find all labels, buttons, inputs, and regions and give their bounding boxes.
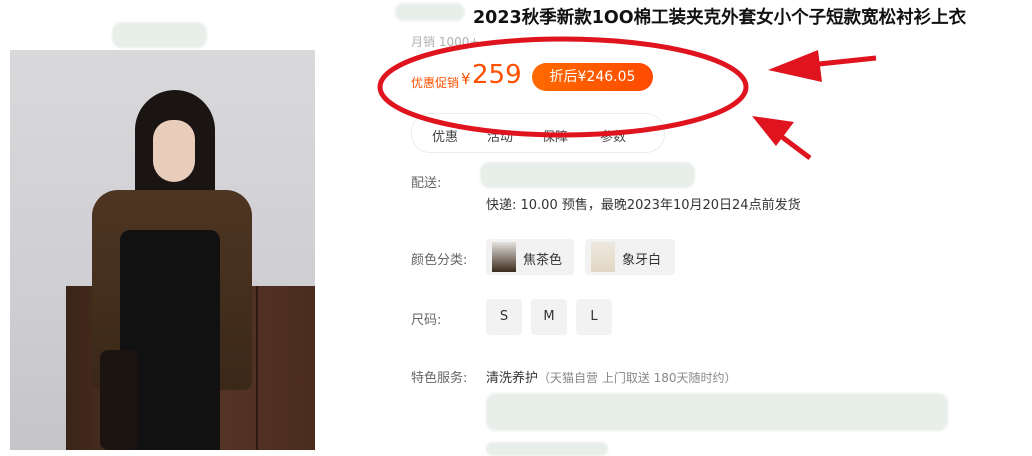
arrow-left-icon bbox=[768, 50, 877, 82]
arrow-up-left-icon bbox=[752, 116, 812, 160]
annotation-layer bbox=[377, 36, 877, 160]
price-highlight-ellipse bbox=[377, 36, 749, 138]
